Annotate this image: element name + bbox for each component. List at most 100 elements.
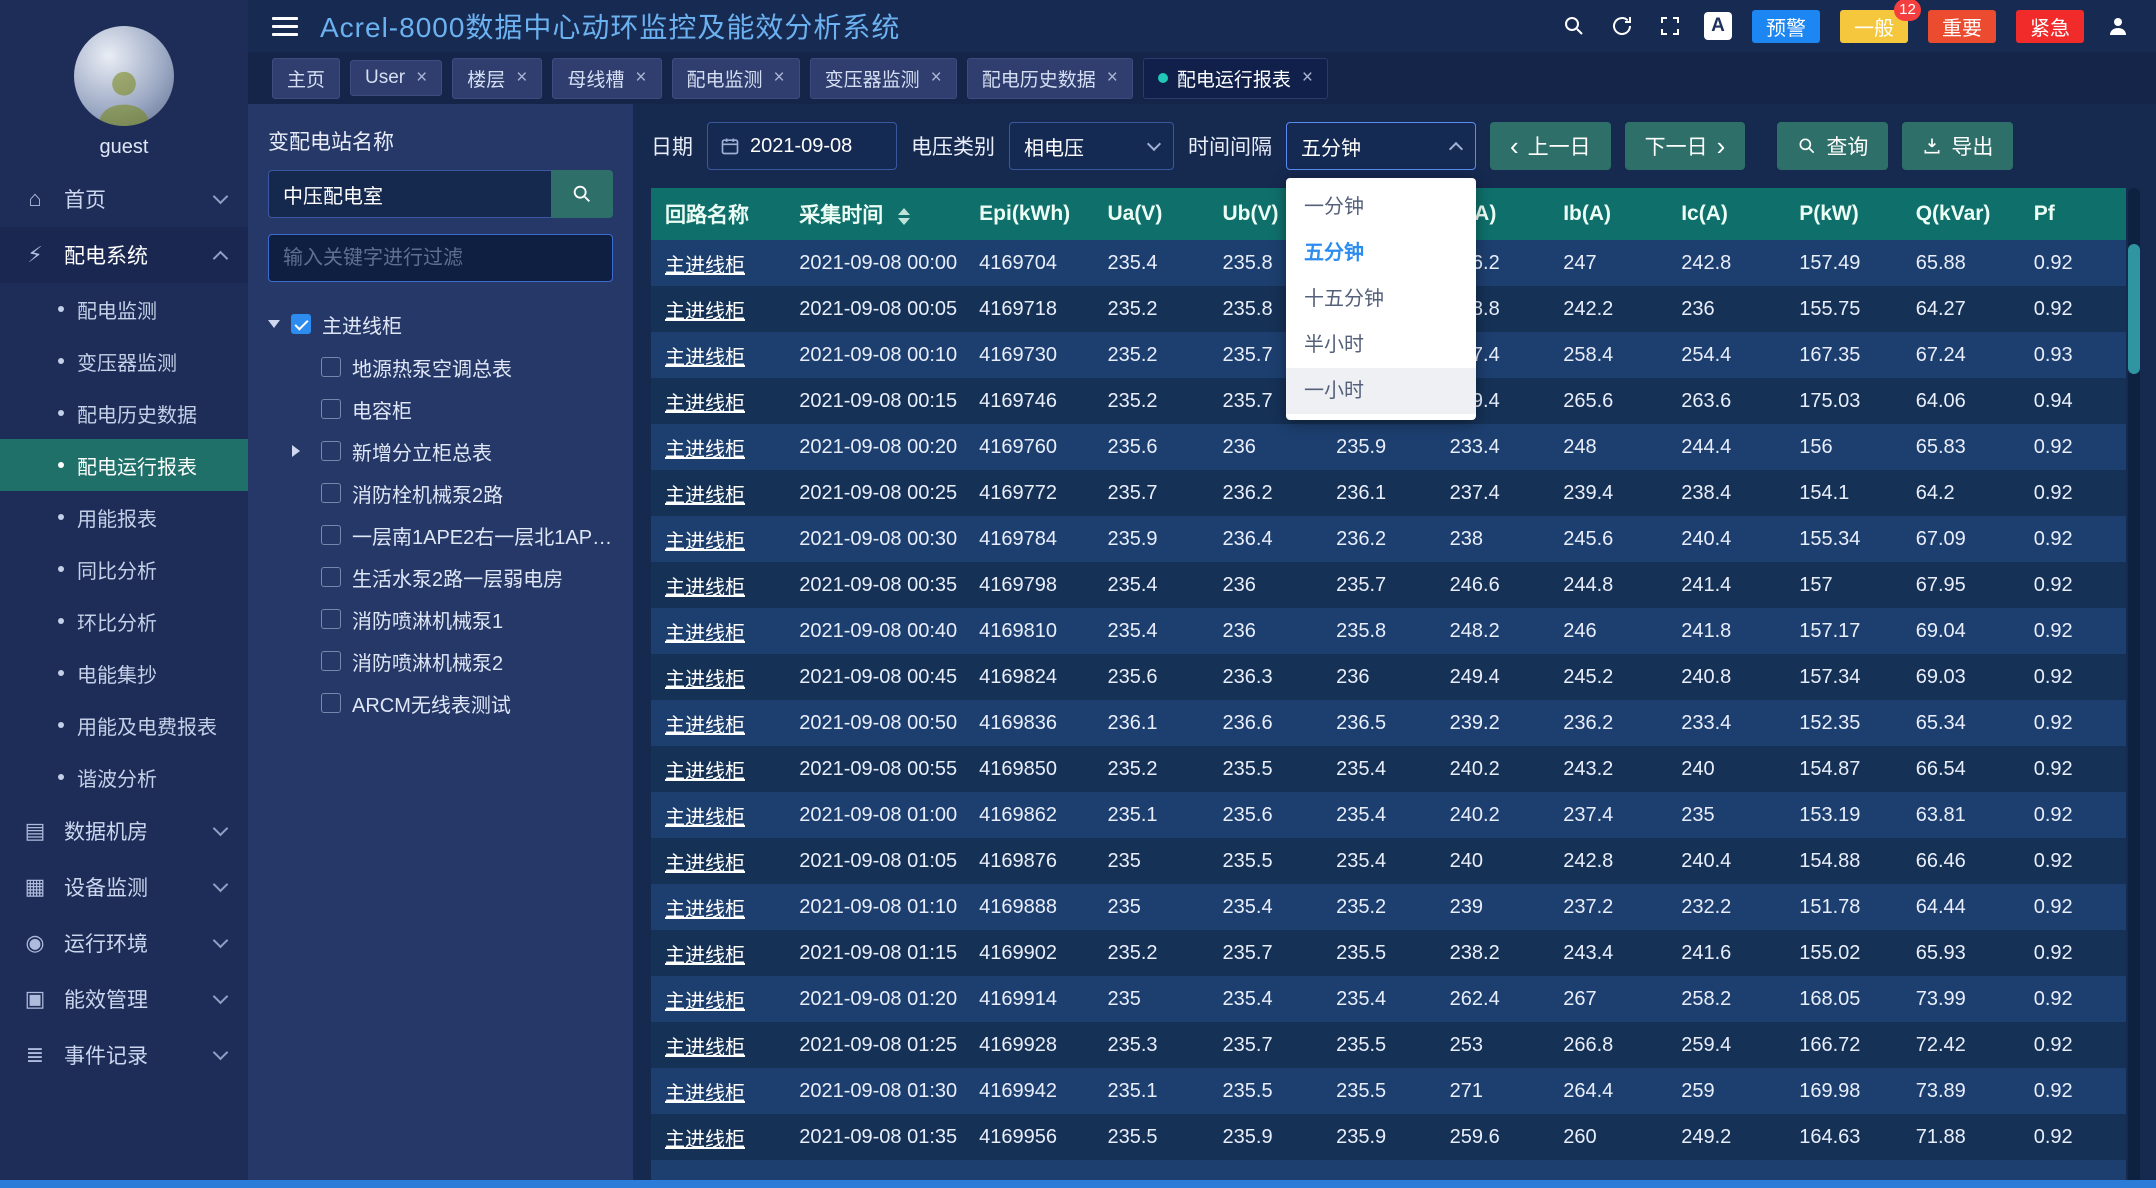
table-vertical-scrollbar[interactable] <box>2128 188 2140 1188</box>
station-search-input[interactable] <box>268 170 551 218</box>
tab[interactable]: 主页 × <box>272 58 340 99</box>
user-avatar[interactable] <box>74 26 174 126</box>
alarm-button[interactable]: 紧急 <box>2016 10 2084 43</box>
sidebar-item[interactable]: ▤ 数据机房 <box>0 803 248 859</box>
circuit-name-link[interactable]: 主进线柜 <box>665 255 745 277</box>
tree-node[interactable]: 生活水泵2路一层弱电房 <box>292 556 613 598</box>
tab[interactable]: User × <box>350 60 442 96</box>
tree-checkbox[interactable] <box>321 441 341 461</box>
font-size-icon[interactable]: A <box>1704 12 1732 40</box>
tab[interactable]: 变压器监测 × <box>810 58 957 99</box>
collapse-caret-icon[interactable] <box>268 320 280 328</box>
fullscreen-icon[interactable] <box>1656 12 1684 40</box>
tab-close-icon[interactable]: × <box>774 67 785 89</box>
sidebar-item[interactable]: ≣ 事件记录 <box>0 1027 248 1083</box>
circuit-name-link[interactable]: 主进线柜 <box>665 761 745 783</box>
sidebar-submenu-item[interactable]: 配电历史数据 <box>0 387 248 439</box>
tab-close-icon[interactable]: × <box>635 67 646 89</box>
circuit-name-link[interactable]: 主进线柜 <box>665 899 745 921</box>
tab[interactable]: 母线槽 × <box>552 58 661 99</box>
refresh-icon[interactable] <box>1608 12 1636 40</box>
station-search-button[interactable] <box>551 170 613 218</box>
sidebar-submenu-item[interactable]: 配电运行报表 <box>0 439 248 491</box>
alarm-button[interactable]: 预警 <box>1752 10 1820 43</box>
tree-node[interactable]: 电容柜 <box>292 388 613 430</box>
circuit-name-link[interactable]: 主进线柜 <box>665 577 745 599</box>
sidebar-submenu-item[interactable]: 变压器监测 <box>0 335 248 387</box>
circuit-name-link[interactable]: 主进线柜 <box>665 669 745 691</box>
query-button[interactable]: 查询 <box>1777 122 1888 170</box>
sidebar-item[interactable]: ◉ 运行环境 <box>0 915 248 971</box>
tree-checkbox[interactable] <box>321 567 341 587</box>
tab[interactable]: 楼层 × <box>452 58 542 99</box>
tab-close-icon[interactable]: × <box>516 67 527 89</box>
sidebar-submenu-item[interactable]: 配电监测 <box>0 283 248 335</box>
circuit-name-link[interactable]: 主进线柜 <box>665 1083 745 1105</box>
interval-select[interactable]: 五分钟 <box>1286 122 1476 170</box>
dropdown-option[interactable]: 一小时 <box>1286 368 1476 414</box>
tree-root-checkbox[interactable] <box>291 314 311 334</box>
tree-filter-input[interactable] <box>268 234 613 282</box>
circuit-name-link[interactable]: 主进线柜 <box>665 715 745 737</box>
tree-checkbox[interactable] <box>321 357 341 377</box>
tree-checkbox[interactable] <box>321 525 341 545</box>
tab[interactable]: 配电运行报表 × <box>1143 58 1328 99</box>
search-icon[interactable] <box>1560 12 1588 40</box>
tree-node[interactable]: 消防喷淋机械泵2 <box>292 640 613 682</box>
tree-checkbox[interactable] <box>321 693 341 713</box>
tree-checkbox[interactable] <box>321 651 341 671</box>
sidebar-item[interactable]: ▣ 能效管理 <box>0 971 248 1027</box>
circuit-name-link[interactable]: 主进线柜 <box>665 393 745 415</box>
circuit-name-link[interactable]: 主进线柜 <box>665 807 745 829</box>
alarm-button[interactable]: 重要 <box>1928 10 1996 43</box>
alarm-button[interactable]: 一般 12 <box>1840 10 1908 43</box>
sidebar-item-power-system[interactable]: ⚡ 配电系统 <box>0 227 248 283</box>
tab-close-icon[interactable]: × <box>931 67 942 89</box>
circuit-name-link[interactable]: 主进线柜 <box>665 439 745 461</box>
horizontal-scrollbar[interactable] <box>0 1180 2156 1188</box>
circuit-name-link[interactable]: 主进线柜 <box>665 347 745 369</box>
tab-close-icon[interactable]: × <box>1302 67 1313 89</box>
circuit-name-link[interactable]: 主进线柜 <box>665 485 745 507</box>
tree-node[interactable]: ARCM无线表测试 <box>292 682 613 724</box>
sidebar-submenu-item[interactable]: 同比分析 <box>0 543 248 595</box>
tab-close-icon[interactable]: × <box>1107 67 1118 89</box>
circuit-name-link[interactable]: 主进线柜 <box>665 623 745 645</box>
tab[interactable]: 配电监测 × <box>672 58 800 99</box>
prev-day-button[interactable]: ‹ 上一日 <box>1490 122 1611 170</box>
sidebar-submenu-item[interactable]: 环比分析 <box>0 595 248 647</box>
sidebar-submenu-item[interactable]: 用能报表 <box>0 491 248 543</box>
tree-checkbox[interactable] <box>321 483 341 503</box>
circuit-name-link[interactable]: 主进线柜 <box>665 945 745 967</box>
circuit-name-link[interactable]: 主进线柜 <box>665 991 745 1013</box>
dropdown-option[interactable]: 五分钟 <box>1286 230 1476 276</box>
tab-close-icon[interactable]: × <box>416 67 427 89</box>
next-day-button[interactable]: 下一日 › <box>1625 122 1746 170</box>
sidebar-submenu-item[interactable]: 电能集抄 <box>0 647 248 699</box>
circuit-name-link[interactable]: 主进线柜 <box>665 1037 745 1059</box>
tree-root-node[interactable]: 主进线柜 <box>268 302 613 346</box>
tree-node[interactable]: 消防栓机械泵2路 <box>292 472 613 514</box>
tree-node[interactable]: 地源热泵空调总表 <box>292 346 613 388</box>
tree-checkbox[interactable] <box>321 399 341 419</box>
circuit-name-link[interactable]: 主进线柜 <box>665 301 745 323</box>
export-button[interactable]: 导出 <box>1902 122 2013 170</box>
sidebar-submenu-item[interactable]: 用能及电费报表 <box>0 699 248 751</box>
tab[interactable]: 配电历史数据 × <box>967 58 1133 99</box>
circuit-name-link[interactable]: 主进线柜 <box>665 1129 745 1151</box>
date-picker[interactable]: 2021-09-08 <box>707 122 897 170</box>
circuit-name-link[interactable]: 主进线柜 <box>665 853 745 875</box>
user-icon[interactable] <box>2104 12 2132 40</box>
menu-toggle-icon[interactable] <box>272 17 298 36</box>
circuit-name-link[interactable]: 主进线柜 <box>665 531 745 553</box>
sidebar-submenu-item[interactable]: 谐波分析 <box>0 751 248 803</box>
sidebar-item[interactable]: ▦ 设备监测 <box>0 859 248 915</box>
tree-node[interactable]: 新增分立柜总表 <box>292 430 613 472</box>
voltage-type-select[interactable]: 相电压 <box>1009 122 1174 170</box>
dropdown-option[interactable]: 半小时 <box>1286 322 1476 368</box>
sort-icon[interactable] <box>898 208 910 225</box>
dropdown-option[interactable]: 十五分钟 <box>1286 276 1476 322</box>
dropdown-option[interactable]: 一分钟 <box>1286 184 1476 230</box>
expand-caret-icon[interactable] <box>292 445 300 457</box>
tree-node[interactable]: 一层南1APE2右一层北1APE1左 <box>292 514 613 556</box>
